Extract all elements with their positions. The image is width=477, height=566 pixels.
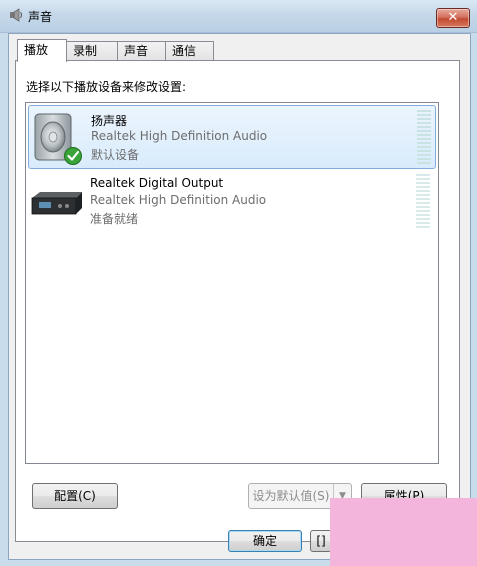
volume-level-meter bbox=[416, 174, 430, 230]
tab-sounds[interactable]: 声音 bbox=[117, 41, 166, 60]
device-status: 准备就绪 bbox=[90, 212, 139, 226]
tab-communications[interactable]: 通信 bbox=[165, 41, 214, 60]
device-description: Realtek High Definition Audio bbox=[91, 129, 268, 143]
device-item-speakers[interactable]: 扬声器 Realtek High Definition Audio 默认设备 bbox=[28, 105, 436, 169]
close-icon: ✕ bbox=[447, 10, 459, 25]
speaker-icon bbox=[34, 113, 82, 165]
window-title: 声音 bbox=[28, 10, 53, 24]
configure-button[interactable]: 配置(C) bbox=[32, 483, 118, 509]
set-default-label: 设为默认值(S) bbox=[252, 489, 330, 503]
digital-output-icon bbox=[31, 192, 82, 215]
tab-recording[interactable]: 录制 bbox=[66, 41, 118, 60]
ok-button[interactable]: 确定 bbox=[228, 530, 302, 552]
title-bar[interactable]: 声音 ✕ bbox=[0, 0, 477, 33]
device-list[interactable]: 扬声器 Realtek High Definition Audio 默认设备 R… bbox=[25, 102, 439, 464]
device-description: Realtek High Definition Audio bbox=[90, 193, 267, 207]
device-status: 默认设备 bbox=[91, 148, 140, 162]
speaker-small-icon bbox=[10, 8, 22, 22]
dialog-body: 播放 录制 声音 通信 选择以下播放设备来修改设置: 扬声器 Realtek H… bbox=[8, 33, 471, 560]
device-name: 扬声器 bbox=[91, 114, 128, 128]
device-name: Realtek Digital Output bbox=[90, 176, 224, 190]
decorative-overlay bbox=[330, 498, 477, 566]
close-button[interactable]: ✕ bbox=[436, 8, 470, 28]
instruction-text: 选择以下播放设备来修改设置: bbox=[26, 80, 187, 94]
device-item-digital-output[interactable]: Realtek Digital Output Realtek High Defi… bbox=[28, 170, 436, 234]
cancel-button[interactable]: [] bbox=[310, 530, 332, 552]
volume-level-meter bbox=[417, 110, 431, 166]
tab-playback[interactable]: 播放 bbox=[17, 39, 67, 62]
